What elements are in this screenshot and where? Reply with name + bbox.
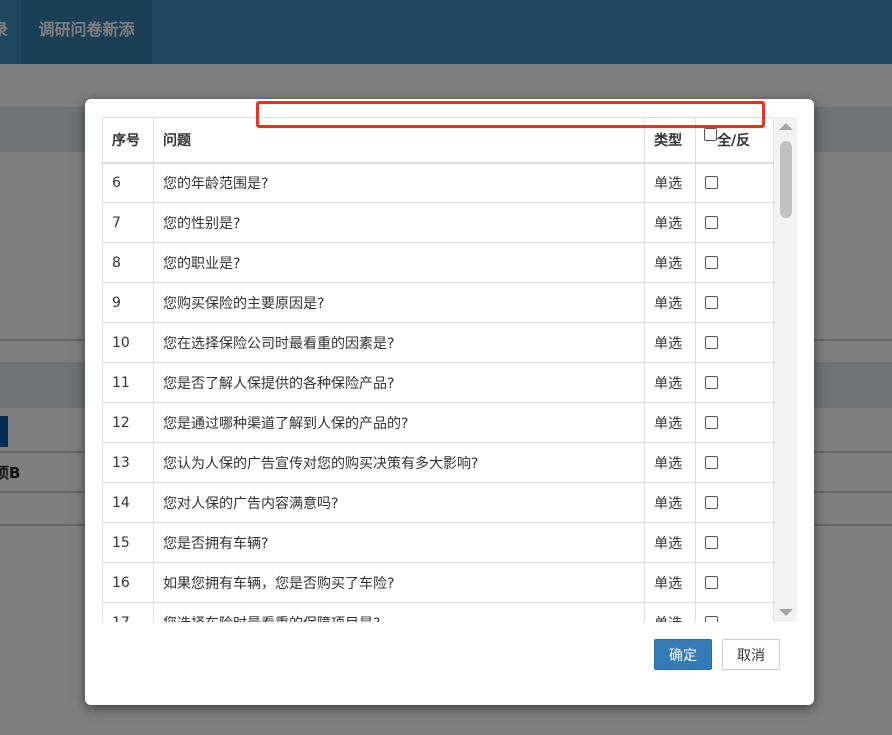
table-row: 15 您是否拥有车辆? 单选 <box>102 522 774 563</box>
header-index: 序号 <box>102 117 154 164</box>
row-select-cell <box>695 602 774 622</box>
cancel-button[interactable]: 取消 <box>722 639 780 670</box>
row-checkbox[interactable] <box>705 416 719 429</box>
row-question: 您在选择保险公司时最看重的因素是? <box>152 322 646 363</box>
table-row: 16 如果您拥有车辆，您是否购买了车险? 单选 <box>102 562 774 603</box>
row-select-cell <box>695 562 774 603</box>
question-select-modal: 序号 问题 类型 全/反 6 您的年龄范围是? 单选 7 您的性别是? 单选 8… <box>85 99 814 705</box>
row-checkbox[interactable] <box>705 296 719 309</box>
table-row: 8 您的职业是? 单选 <box>102 242 774 283</box>
row-question: 您是否拥有车辆? <box>152 522 646 563</box>
row-question: 您的性别是? <box>152 202 646 243</box>
row-select-cell <box>695 402 774 443</box>
row-select-cell <box>695 242 774 283</box>
table-row: 7 您的性别是? 单选 <box>102 202 774 243</box>
row-question: 您认为人保的广告宣传对您的购买决策有多大影响? <box>152 442 646 483</box>
table-row: 14 您对人保的广告内容满意吗? 单选 <box>102 482 774 523</box>
row-select-cell <box>695 362 774 403</box>
scroll-down-icon[interactable] <box>779 609 793 616</box>
row-index: 7 <box>102 202 154 243</box>
row-type: 单选 <box>644 362 697 403</box>
row-checkbox[interactable] <box>705 456 719 469</box>
row-checkbox[interactable] <box>705 216 719 229</box>
highlight-box <box>256 101 765 128</box>
table-row: 17 您选择车险时最看重的保障项目是? 单选 <box>102 602 774 622</box>
scroll-up-icon[interactable] <box>779 123 793 130</box>
row-type: 单选 <box>644 322 697 363</box>
row-index: 17 <box>102 602 154 622</box>
table-row: 11 您是否了解人保提供的各种保险产品? 单选 <box>102 362 774 403</box>
row-checkbox[interactable] <box>705 376 719 389</box>
row-select-cell <box>695 282 774 323</box>
row-question: 您是否了解人保提供的各种保险产品? <box>152 362 646 403</box>
row-select-cell <box>695 202 774 243</box>
row-index: 10 <box>102 322 154 363</box>
row-index: 16 <box>102 562 154 603</box>
row-select-cell <box>695 442 774 483</box>
table-row: 12 您是通过哪种渠道了解到人保的产品的? 单选 <box>102 402 774 443</box>
select-all-label: 全/反 <box>717 132 751 149</box>
scrollbar-thumb[interactable] <box>780 141 792 218</box>
row-checkbox[interactable] <box>705 336 719 349</box>
question-table: 序号 问题 类型 全/反 6 您的年龄范围是? 单选 7 您的性别是? 单选 8… <box>102 117 774 622</box>
row-checkbox[interactable] <box>705 176 719 190</box>
row-type: 单选 <box>644 282 697 323</box>
table-row: 6 您的年龄范围是? 单选 <box>102 162 774 203</box>
row-index: 9 <box>102 282 154 323</box>
select-all-checkbox[interactable] <box>704 127 718 141</box>
row-type: 单选 <box>644 442 697 483</box>
table-row: 13 您认为人保的广告宣传对您的购买决策有多大影响? 单选 <box>102 442 774 483</box>
row-select-cell <box>695 482 774 523</box>
row-type: 单选 <box>644 522 697 563</box>
row-checkbox[interactable] <box>705 496 719 509</box>
row-type: 单选 <box>644 402 697 443</box>
row-checkbox[interactable] <box>705 536 719 549</box>
row-type: 单选 <box>644 482 697 523</box>
scrollbar[interactable] <box>775 117 797 622</box>
row-checkbox[interactable] <box>705 256 719 269</box>
row-select-cell <box>695 522 774 563</box>
row-question: 如果您拥有车辆，您是否购买了车险? <box>152 562 646 603</box>
row-index: 8 <box>102 242 154 283</box>
row-type: 单选 <box>644 162 697 203</box>
row-index: 13 <box>102 442 154 483</box>
row-select-cell <box>695 322 774 363</box>
row-checkbox[interactable] <box>705 576 719 589</box>
row-index: 6 <box>102 162 154 203</box>
row-question: 您的年龄范围是? <box>152 162 646 203</box>
row-question: 您对人保的广告内容满意吗? <box>152 482 646 523</box>
table-row: 9 您购买保险的主要原因是? 单选 <box>102 282 774 323</box>
question-table-scroll: 序号 问题 类型 全/反 6 您的年龄范围是? 单选 7 您的性别是? 单选 8… <box>102 117 797 622</box>
row-select-cell <box>695 162 774 203</box>
row-index: 11 <box>102 362 154 403</box>
row-type: 单选 <box>644 202 697 243</box>
row-question: 您购买保险的主要原因是? <box>152 282 646 323</box>
row-question: 您选择车险时最看重的保障项目是? <box>152 602 646 622</box>
row-question: 您是通过哪种渠道了解到人保的产品的? <box>152 402 646 443</box>
row-question: 您的职业是? <box>152 242 646 283</box>
row-index: 14 <box>102 482 154 523</box>
confirm-button[interactable]: 确定 <box>654 639 712 670</box>
row-checkbox[interactable] <box>705 616 719 622</box>
row-type: 单选 <box>644 602 697 622</box>
row-index: 15 <box>102 522 154 563</box>
row-type: 单选 <box>644 242 697 283</box>
row-type: 单选 <box>644 562 697 603</box>
table-row: 10 您在选择保险公司时最看重的因素是? 单选 <box>102 322 774 363</box>
row-index: 12 <box>102 402 154 443</box>
